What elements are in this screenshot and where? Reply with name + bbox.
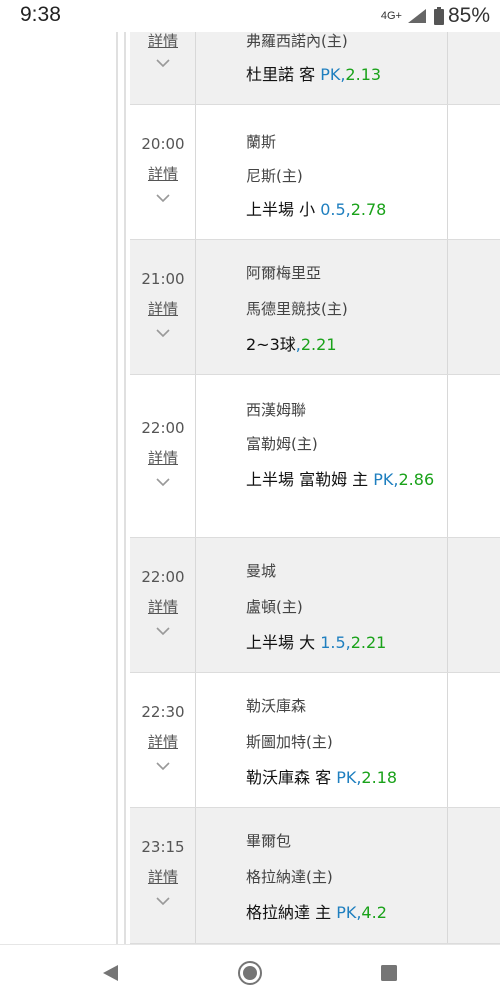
home-team: 斯圖加特(主) — [246, 733, 333, 751]
bet-line: 杜里諾 客 PK,2.13 — [246, 60, 436, 90]
home-team: 富勒姆(主) — [246, 435, 318, 453]
match-cell: 勒沃庫森 斯圖加特(主) 勒沃庫森 客 PK,2.18 — [196, 673, 448, 807]
odds-value: 2.78 — [350, 200, 387, 219]
time-cell: 20:00 詳情 — [130, 105, 196, 239]
bet-line: 上半場 大 1.5,2.21 — [246, 628, 436, 658]
kickoff-time: 21:00 — [141, 270, 185, 288]
extra-cell — [448, 375, 500, 537]
detail-link[interactable]: 詳情 — [130, 596, 196, 617]
match-row: 22:00 詳情 西漢姆聯 富勒姆(主) 上半場 富勒姆 主 PK,2.86 — [130, 375, 500, 538]
home-team: 馬德里競技(主) — [246, 300, 348, 318]
bet-line: 2~3球,2.21 — [246, 330, 436, 360]
handicap-value: 0.5 — [320, 200, 346, 219]
recents-square-icon[interactable] — [380, 964, 398, 982]
detail-link[interactable]: 詳情 — [130, 731, 196, 752]
chevron-down-icon[interactable] — [155, 193, 171, 203]
away-team: 西漢姆聯 — [246, 401, 307, 419]
handicap-value: 1.5 — [320, 633, 346, 652]
odds-value: 4.2 — [361, 903, 387, 922]
chevron-down-icon[interactable] — [155, 626, 171, 636]
extra-cell — [448, 808, 500, 943]
handicap-value: PK — [320, 65, 341, 84]
bet-selection: 勒沃庫森 客 — [246, 768, 337, 787]
bet-selection: 上半場 大 — [246, 633, 321, 652]
kickoff-time: 22:30 — [141, 703, 185, 721]
handicap-value: PK — [336, 903, 357, 922]
kickoff-time: 22:00 — [141, 568, 185, 586]
odds-value: 2.21 — [300, 335, 337, 354]
time-cell: 22:00 詳情 — [130, 375, 196, 537]
match-table: 詳情 弗羅西諾內(主) 杜里諾 客 PK,2.13 20:00 詳情 蘭斯 尼斯… — [130, 0, 500, 944]
time-cell: 21:00 詳情 — [130, 240, 196, 374]
match-cell: 曼城 盧頓(主) 上半場 大 1.5,2.21 — [196, 538, 448, 672]
chevron-down-icon[interactable] — [155, 896, 171, 906]
chevron-down-icon[interactable] — [155, 761, 171, 771]
home-team: 弗羅西諾內(主) — [246, 32, 348, 50]
extra-cell — [448, 240, 500, 374]
match-cell: 阿爾梅里亞 馬德里競技(主) 2~3球,2.21 — [196, 240, 448, 374]
kickoff-time: 23:15 — [141, 838, 185, 856]
odds-value: 2.13 — [345, 65, 382, 84]
time-cell: 22:00 詳情 — [130, 538, 196, 672]
signal-icon — [407, 9, 426, 23]
handicap-value: PK — [336, 768, 357, 787]
kickoff-time: 20:00 — [141, 135, 185, 153]
away-team: 畢爾包 — [246, 832, 292, 850]
match-row: 22:30 詳情 勒沃庫森 斯圖加特(主) 勒沃庫森 客 PK,2.18 — [130, 673, 500, 808]
home-team: 尼斯(主) — [246, 167, 303, 185]
match-cell: 畢爾包 格拉納達(主) 格拉納達 主 PK,4.2 — [196, 808, 448, 943]
status-icons: 4G+ 85% — [381, 4, 490, 28]
battery-icon — [433, 7, 444, 25]
detail-link[interactable]: 詳情 — [130, 866, 196, 887]
away-team: 蘭斯 — [246, 133, 277, 151]
divider — [116, 0, 118, 944]
bet-selection: 杜里諾 客 — [246, 65, 321, 84]
chevron-down-icon[interactable] — [155, 477, 171, 487]
bet-selection: 上半場 小 — [246, 200, 321, 219]
bet-selection: 上半場 富勒姆 主 — [246, 470, 374, 489]
system-nav-bar — [0, 944, 500, 1000]
time-cell: 22:30 詳情 — [130, 673, 196, 807]
bet-selection: 格拉納達 主 — [246, 903, 337, 922]
kickoff-time: 22:00 — [141, 419, 185, 437]
network-type: 4G+ — [380, 10, 402, 22]
odds-value: 2.86 — [398, 470, 435, 489]
away-team: 勒沃庫森 — [246, 697, 307, 715]
home-circle-icon[interactable] — [237, 960, 263, 986]
left-margin — [0, 0, 116, 944]
away-team: 曼城 — [246, 562, 277, 580]
match-row: 20:00 詳情 蘭斯 尼斯(主) 上半場 小 0.5,2.78 — [130, 105, 500, 240]
bet-line: 勒沃庫森 客 PK,2.18 — [246, 763, 436, 793]
chevron-down-icon[interactable] — [155, 328, 171, 338]
detail-link[interactable]: 詳情 — [130, 163, 196, 184]
back-triangle-icon[interactable] — [100, 963, 120, 983]
bet-line: 上半場 富勒姆 主 PK,2.86 — [246, 465, 436, 495]
battery-percent: 85% — [447, 4, 490, 27]
extra-cell — [448, 673, 500, 807]
home-team: 格拉納達(主) — [246, 868, 333, 886]
divider — [124, 0, 126, 944]
match-cell: 蘭斯 尼斯(主) 上半場 小 0.5,2.78 — [196, 105, 448, 239]
handicap-value: PK — [373, 470, 394, 489]
detail-link[interactable]: 詳情 — [130, 447, 196, 468]
extra-cell — [448, 105, 500, 239]
status-time: 9:38 — [20, 3, 61, 26]
bet-selection: 2~3球 — [246, 335, 296, 354]
chevron-down-icon[interactable] — [155, 58, 171, 68]
match-cell: 西漢姆聯 富勒姆(主) 上半場 富勒姆 主 PK,2.86 — [196, 375, 448, 537]
match-row: 22:00 詳情 曼城 盧頓(主) 上半場 大 1.5,2.21 — [130, 538, 500, 673]
time-cell: 23:15 詳情 — [130, 808, 196, 943]
match-row: 21:00 詳情 阿爾梅里亞 馬德里競技(主) 2~3球,2.21 — [130, 240, 500, 375]
bet-line: 格拉納達 主 PK,4.2 — [246, 898, 436, 928]
bet-line: 上半場 小 0.5,2.78 — [246, 195, 436, 225]
detail-link[interactable]: 詳情 — [130, 298, 196, 319]
home-team: 盧頓(主) — [246, 598, 303, 616]
match-row: 23:15 詳情 畢爾包 格拉納達(主) 格拉納達 主 PK,4.2 — [130, 808, 500, 944]
status-bar: 9:38 4G+ 85% — [0, 0, 500, 32]
extra-cell — [448, 538, 500, 672]
detail-link[interactable]: 詳情 — [130, 30, 196, 51]
away-team: 阿爾梅里亞 — [246, 264, 322, 282]
odds-value: 2.21 — [350, 633, 387, 652]
odds-value: 2.18 — [361, 768, 398, 787]
